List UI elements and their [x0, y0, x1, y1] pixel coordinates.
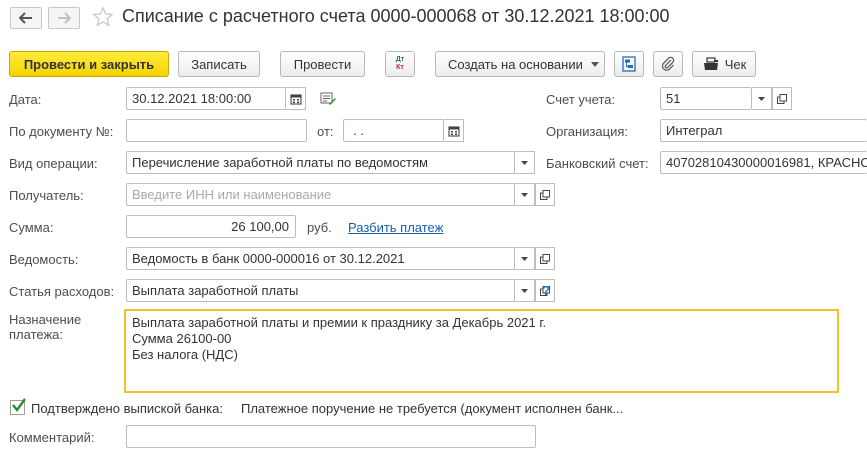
bank-account-field[interactable]: 40702810430000016981, КРАСНО	[660, 151, 867, 174]
forward-button[interactable]	[48, 7, 80, 29]
sum-field[interactable]: 26 100,00	[126, 215, 296, 238]
account-label: Счет учета:	[546, 92, 616, 107]
recipient-dropdown-button[interactable]	[515, 183, 535, 206]
expense-item-label: Статья расходов:	[9, 284, 115, 299]
paperclip-icon	[661, 56, 675, 71]
edit-number-icon[interactable]	[320, 92, 336, 109]
bank-account-label: Банковский счет:	[546, 156, 649, 171]
favorite-star-icon[interactable]	[92, 6, 114, 31]
date-label: Дата:	[9, 92, 42, 107]
dropdown-arrow-icon	[590, 61, 599, 67]
date-field[interactable]: 30.12.2021 18:00:00	[126, 87, 286, 110]
save-button[interactable]: Записать	[178, 51, 260, 77]
purpose-line: Без налога (НДС)	[132, 347, 238, 362]
payment-order-note: Платежное поручение не требуется (докуме…	[241, 401, 624, 416]
statement-dropdown-button[interactable]	[515, 247, 535, 270]
dt-kt-icon: Дт Кт	[396, 56, 404, 72]
back-button[interactable]	[10, 7, 42, 29]
attach-button[interactable]	[653, 51, 683, 77]
open-form-icon	[540, 253, 550, 264]
expense-item-field[interactable]: Выплата заработной платы	[126, 279, 515, 302]
account-open-button[interactable]	[772, 87, 792, 110]
purpose-line: Выплата заработной платы и премии к праз…	[132, 315, 547, 330]
receipt-label: Чек	[724, 56, 747, 72]
recipient-open-button[interactable]	[535, 183, 555, 206]
purpose-label: Назначение платежа:	[9, 312, 81, 342]
structure-button[interactable]	[614, 51, 644, 77]
bank-confirmed-checkbox[interactable]	[10, 398, 26, 415]
doc-number-field[interactable]	[126, 119, 307, 142]
create-based-on-label: Создать на основании	[448, 56, 583, 72]
date-calendar-button[interactable]	[286, 87, 306, 110]
currency-label: руб.	[307, 220, 332, 235]
statement-label: Ведомость:	[9, 252, 79, 267]
comment-field[interactable]	[126, 425, 536, 448]
receipt-button[interactable]: Чек	[692, 51, 756, 77]
operation-type-label: Вид операции:	[9, 156, 98, 171]
statement-open-button[interactable]	[535, 247, 555, 270]
sum-label: Сумма:	[9, 220, 54, 235]
calendar-icon	[289, 93, 302, 105]
operation-type-field[interactable]: Перечисление заработной платы по ведомос…	[126, 151, 515, 174]
split-payment-link[interactable]: Разбить платеж	[348, 220, 443, 235]
dt-text: Дт	[395, 56, 405, 63]
chevron-down-icon	[521, 256, 528, 261]
arrow-left-icon	[19, 12, 32, 24]
comment-label: Комментарий:	[9, 430, 95, 445]
expense-item-dropdown-button[interactable]	[515, 279, 535, 302]
dt-kt-button[interactable]: Дт Кт	[385, 51, 415, 77]
help-icon[interactable]: ?	[542, 283, 550, 298]
cash-register-icon	[703, 57, 718, 70]
chevron-down-icon	[521, 160, 528, 165]
page-title: Списание с расчетного счета 0000-000068 …	[122, 6, 670, 26]
doc-date-field[interactable]: . .	[343, 119, 444, 142]
bank-confirmed-label: Подтверждено выпиской банка:	[31, 401, 223, 416]
hierarchy-icon	[622, 56, 636, 72]
purpose-label-line-2: платежа:	[9, 327, 63, 342]
account-dropdown-button[interactable]	[752, 87, 772, 110]
payment-purpose-textarea[interactable]: Выплата заработной платы и премии к праз…	[124, 309, 839, 393]
create-based-on-button[interactable]: Создать на основании	[435, 51, 605, 77]
organization-label: Организация:	[546, 124, 629, 139]
recipient-field[interactable]: Введите ИНН или наименование	[126, 183, 515, 206]
recipient-label: Получатель:	[9, 188, 84, 203]
post-button[interactable]: Провести	[280, 51, 365, 77]
account-field[interactable]: 51	[660, 87, 752, 110]
operation-type-dropdown-button[interactable]	[515, 151, 535, 174]
arrow-right-icon	[58, 12, 71, 24]
chevron-down-icon	[521, 192, 528, 197]
post-and-close-button[interactable]: Провести и закрыть	[9, 51, 169, 77]
doc-number-label: По документу №:	[9, 124, 114, 139]
calendar-icon	[447, 125, 460, 137]
chevron-down-icon	[758, 96, 765, 101]
purpose-label-line-1: Назначение	[9, 312, 82, 327]
doc-date-calendar-button[interactable]	[444, 119, 464, 142]
check-mark-icon	[12, 398, 26, 412]
doc-date-from-label: от:	[317, 124, 334, 139]
chevron-down-icon	[521, 288, 528, 293]
statement-field[interactable]: Ведомость в банк 0000-000016 от 30.12.20…	[126, 247, 515, 270]
organization-field[interactable]: Интеграл	[660, 119, 867, 142]
open-form-icon	[777, 93, 787, 104]
kt-text: Кт	[396, 64, 404, 71]
purpose-line: Сумма 26100-00	[132, 331, 232, 346]
open-form-icon	[540, 189, 550, 200]
